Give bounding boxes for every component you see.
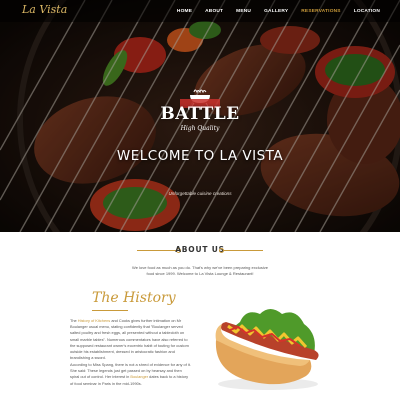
emblem-title: BATTLE [160,104,240,124]
hero-heading: WELCOME TO LA VISTA [116,148,284,164]
history-p1-before: The [70,318,78,323]
main-nav: HOME ABOUT MENU GALLERY RESERVATIONS LOC… [164,0,380,22]
hotdog-image [215,309,319,390]
nav-item-reservations[interactable]: RESERVATIONS [301,9,340,14]
nav-item-home[interactable]: HOME [177,9,192,14]
about-text: We love food as much as you do. That's w… [132,265,268,276]
top-navigation-bar: La Vista HOME ABOUT MENU GALLERY RESERVA… [0,0,400,22]
history-p2-link[interactable]: Boulanger [130,374,148,379]
site-logo[interactable]: La Vista [22,3,67,16]
about-title: ABOUT US [175,245,225,254]
history-paragraph-2: According to Miss Spang, there is not a … [70,362,192,387]
nav-item-menu[interactable]: MENU [236,9,251,14]
hero-subtitle: Unforgettable cuisine creations [168,191,232,196]
emblem-subtitle: High Quality [180,125,220,132]
history-paragraph-1: The History of Kitchens and Cooks gives … [70,318,192,361]
history-p1-link[interactable]: History of Kitchens [78,318,110,323]
battle-emblem: BATTLE High Quality [160,86,240,142]
history-underline [92,310,128,311]
nav-item-about[interactable]: ABOUT [205,9,223,14]
history-title: The History [92,290,176,306]
history-p1-after: and Cooks gives further intimation on Mr… [70,318,189,361]
hero-section: La Vista HOME ABOUT MENU GALLERY RESERVA… [0,0,400,232]
nav-item-gallery[interactable]: GALLERY [264,9,288,14]
nav-item-location[interactable]: LOCATION [354,9,380,14]
about-divider-right [223,250,263,251]
